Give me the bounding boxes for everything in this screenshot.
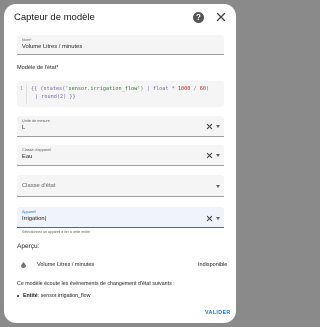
help-icon[interactable]: ? [193, 12, 204, 23]
template-expr-b: ) | float * [140, 86, 178, 92]
clear-icon[interactable] [206, 215, 213, 222]
device-label: Appareil [22, 210, 36, 214]
name-field[interactable]: Nom* Volume Litres / minutes [17, 35, 224, 55]
bullet-dot [17, 295, 19, 297]
clear-icon[interactable] [206, 152, 213, 159]
listened-entity: Entité: sensor.irrigation_flow [23, 293, 90, 300]
chevron-down-icon[interactable] [216, 185, 220, 188]
line-number: 1 [20, 86, 24, 92]
template-round: round(2) [41, 94, 67, 100]
chevron-down-icon[interactable] [216, 154, 220, 157]
close-icon[interactable] [214, 10, 228, 24]
dialog-header: Capteur de modèle ? [4, 4, 236, 32]
device-helper-text: Sélectionnez un appareil à lier à cette … [22, 230, 91, 234]
clear-icon[interactable] [206, 123, 213, 130]
unit-select[interactable]: Unité de mesure L [17, 116, 224, 137]
template-num-1: 1000 [177, 86, 191, 92]
preview-entity-state: Indisponible [198, 262, 228, 268]
device-class-value: Eau [22, 154, 33, 160]
template-string: 'sensor.irrigation_flow' [65, 86, 141, 92]
template-line-2: | round(2) }} [35, 93, 76, 102]
template-editor[interactable]: 1 {{ (states('sensor.irrigation_flow') |… [17, 81, 224, 107]
device-class-label: Classe d'appareil [22, 148, 52, 152]
preview-title: Aperçu: [17, 243, 40, 250]
state-class-select[interactable]: Classe d'état [17, 175, 224, 197]
editor-gutter [26, 84, 27, 104]
template-expr-c: / [190, 86, 200, 92]
bullet-label: Entité [23, 293, 38, 299]
state-class-placeholder: Classe d'état [22, 183, 56, 189]
device-picker[interactable]: Appareil Irrigation| [17, 207, 224, 228]
chevron-down-icon[interactable] [216, 125, 220, 128]
dialog-title: Capteur de modèle [14, 12, 95, 23]
template-expr-a: (states( [40, 86, 66, 92]
template-label: Modèle de l'état* [17, 65, 59, 71]
water-drop-icon [21, 262, 26, 268]
template-sensor-dialog: Capteur de modèle ? Nom* Volume Litres /… [4, 4, 236, 323]
save-button[interactable]: VALIDER [205, 310, 231, 317]
bullet-value: : sensor.irrigation_flow [37, 293, 91, 299]
listens-text: Ce modèle écoute les événements de chang… [17, 281, 175, 287]
unit-label: Unité de mesure [22, 119, 50, 123]
preview-entity-name: Volume Litres / minutes [37, 262, 95, 268]
name-field-value: Volume Litres / minutes [22, 44, 83, 50]
device-class-select[interactable]: Classe d'appareil Eau [17, 145, 224, 166]
name-field-label: Nom* [22, 38, 32, 42]
unit-value: L [22, 125, 26, 131]
chevron-down-icon[interactable] [216, 217, 220, 220]
template-expr-d: ) [205, 86, 210, 92]
template-close-brace: }} [66, 94, 76, 100]
template-open-brace: {{ [31, 86, 41, 92]
device-value: Irrigation| [22, 216, 47, 222]
